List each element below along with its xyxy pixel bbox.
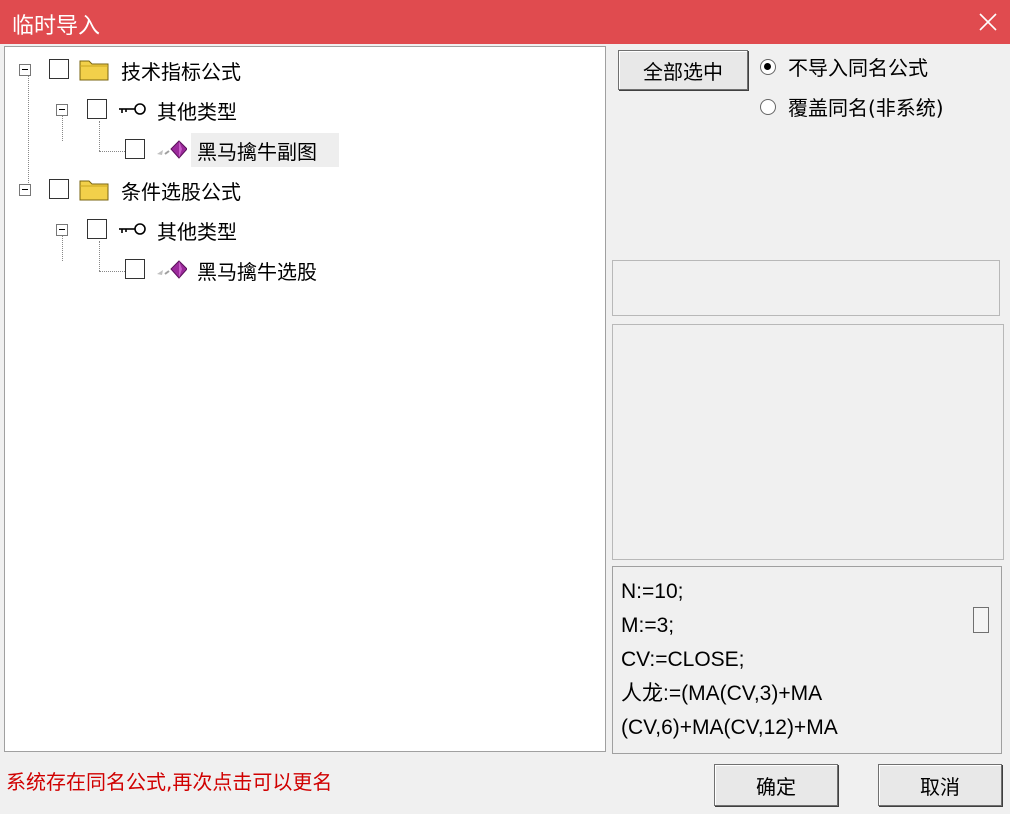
- close-icon: [979, 13, 997, 31]
- tree-checkbox[interactable]: [87, 99, 107, 119]
- tree-connector: [99, 151, 125, 152]
- key-icon: [119, 223, 146, 235]
- tree-node-formula-screening[interactable]: 黑马擒牛选股: [125, 253, 345, 287]
- folder-icon: [79, 60, 109, 81]
- tree-node-label: 技术指标公式: [121, 60, 241, 84]
- radio-indicator[interactable]: [760, 98, 776, 115]
- code-line: M:=3;: [621, 614, 675, 637]
- select-all-label: 全部选中: [643, 59, 723, 84]
- key-icon: [119, 103, 146, 115]
- code-line: N:=10;: [621, 580, 684, 603]
- select-all-button[interactable]: 全部选中: [618, 50, 748, 90]
- formula-gem-icon: [157, 260, 187, 279]
- window-title: 临时导入: [12, 14, 101, 39]
- close-button[interactable]: [966, 0, 1010, 44]
- tree-node-other-type[interactable]: 其他类型: [87, 93, 287, 127]
- info-panel: [612, 260, 1000, 316]
- tree-node-stock-screening[interactable]: 条件选股公式: [49, 173, 309, 207]
- formula-code-preview[interactable]: N:=10; M:=3; CV:=CLOSE; 人龙:=(MA(CV,3)+MA…: [612, 566, 1002, 754]
- tree-node-formula-subchart[interactable]: 黑马擒牛副图: [125, 133, 345, 167]
- status-message: 系统存在同名公式,再次点击可以更名: [6, 770, 333, 794]
- formula-tree[interactable]: 技术指标公式 其他类型 黑马擒牛副图 条件选股公式 其他类型 黑马擒牛选股: [4, 46, 606, 752]
- cancel-label: 取消: [920, 774, 960, 799]
- collapse-toggle[interactable]: [19, 64, 31, 76]
- description-panel: [612, 324, 1004, 560]
- radio-label: 覆盖同名(非系统): [788, 96, 944, 120]
- tree-checkbox[interactable]: [125, 259, 145, 279]
- tree-checkbox[interactable]: [87, 219, 107, 239]
- formula-gem-icon: [157, 140, 187, 159]
- tree-checkbox[interactable]: [125, 139, 145, 159]
- cancel-button[interactable]: 取消: [878, 764, 1002, 806]
- tree-node-other-type[interactable]: 其他类型: [87, 213, 287, 247]
- tree-connector: [28, 75, 29, 185]
- ok-button[interactable]: 确定: [714, 764, 838, 806]
- tree-checkbox[interactable]: [49, 59, 69, 79]
- tree-node-label: 黑马擒牛副图: [197, 140, 317, 164]
- tree-checkbox[interactable]: [49, 179, 69, 199]
- tree-node-label: 黑马擒牛选股: [197, 260, 317, 284]
- radio-indicator[interactable]: [760, 58, 776, 75]
- radio-overwrite-same-name[interactable]: 覆盖同名(非系统): [760, 92, 944, 121]
- tree-node-label: 其他类型: [157, 100, 237, 124]
- collapse-toggle[interactable]: [19, 184, 31, 196]
- radio-skip-same-name[interactable]: 不导入同名公式: [760, 52, 928, 81]
- code-line: (CV,6)+MA(CV,12)+MA: [621, 716, 838, 739]
- scrollbar-thumb[interactable]: [973, 607, 989, 633]
- collapse-toggle[interactable]: [56, 224, 68, 236]
- code-line: 人龙:=(MA(CV,3)+MA: [621, 682, 823, 705]
- tree-connector: [99, 271, 125, 272]
- radio-label: 不导入同名公式: [788, 56, 928, 80]
- collapse-toggle[interactable]: [56, 104, 68, 116]
- tree-node-tech-indicators[interactable]: 技术指标公式: [49, 53, 309, 87]
- title-bar[interactable]: 临时导入: [0, 0, 1010, 44]
- tree-node-label: 条件选股公式: [121, 180, 241, 204]
- ok-label: 确定: [756, 774, 796, 799]
- folder-icon: [79, 180, 109, 201]
- code-line: CV:=CLOSE;: [621, 648, 745, 671]
- tree-node-label: 其他类型: [157, 220, 237, 244]
